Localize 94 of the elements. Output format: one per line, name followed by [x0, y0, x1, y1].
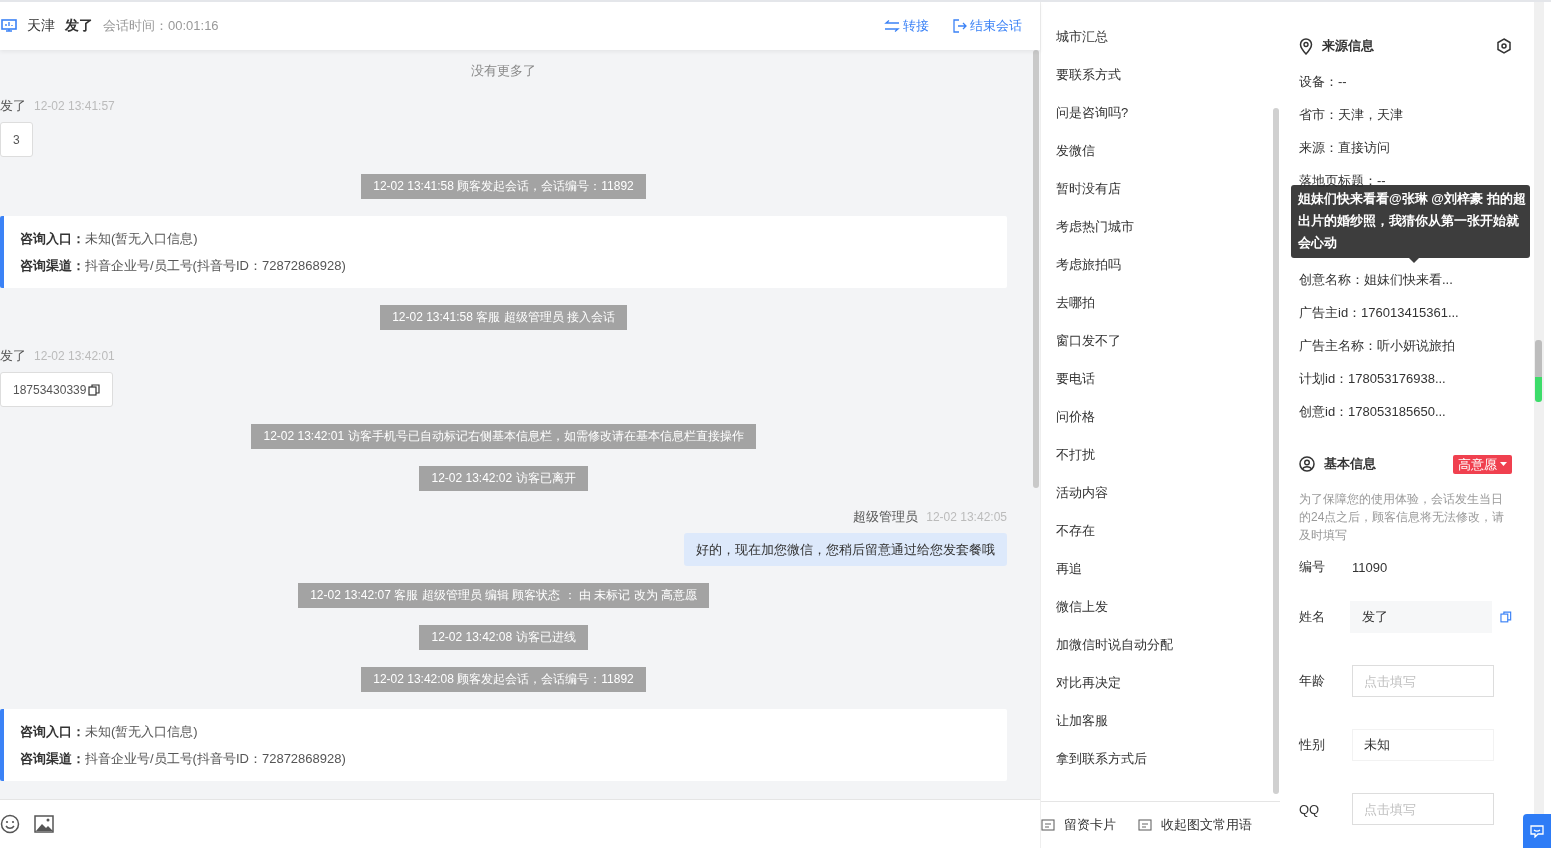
visitor-city: 天津	[27, 17, 55, 35]
message-bubble: 好的，现在加您微信，您稍后留意通过给您发套餐哦	[684, 533, 1007, 566]
chat-float-button[interactable]	[1523, 814, 1551, 848]
chat-icon	[1530, 824, 1544, 838]
system-message: 12-02 13:42:07 客服 超级管理员 编辑 顾客状态 ： 由 未标记 改为 高意愿	[298, 583, 709, 608]
quick-phrase[interactable]: 城市汇总	[1056, 18, 1272, 56]
system-message: 12-02 13:42:02 访客已离开	[419, 466, 588, 491]
field-value: 抖音企业号/员工号(抖音号ID：72872868928)	[85, 751, 346, 766]
field-label: 年龄	[1299, 672, 1326, 690]
image-icon[interactable]	[34, 815, 54, 833]
source-field: 落地页标题：--	[1299, 173, 1386, 188]
sender-name: 超级管理员	[853, 509, 919, 524]
field-label: 姓名	[1299, 608, 1326, 626]
emoji-icon[interactable]	[0, 814, 20, 834]
name-field[interactable]: 发了	[1350, 601, 1493, 633]
quick-phrase[interactable]: 拿到联系方式后	[1056, 740, 1272, 778]
message-time: 12-02 13:42:01	[34, 349, 115, 363]
quick-phrase[interactable]: 问是咨询吗?	[1056, 94, 1272, 132]
quick-phrase[interactable]: 对比再决定	[1056, 664, 1272, 702]
message-bubble: 3	[0, 122, 33, 157]
message-time: 12-02 13:42:05	[926, 510, 1007, 524]
field-value: 未知(暂无入口信息)	[85, 231, 198, 246]
system-message: 12-02 13:42:08 访客已进线	[419, 625, 588, 650]
quick-phrase[interactable]: 要电话	[1056, 360, 1272, 398]
scrollbar-thumb[interactable]	[1033, 50, 1039, 488]
field-label: 性别	[1299, 736, 1326, 754]
user-circle-icon	[1299, 456, 1315, 472]
quick-phrase[interactable]: 再追	[1056, 550, 1272, 588]
quick-phrase[interactable]: 要联系方式	[1056, 56, 1272, 94]
notice-text: 为了保障您的使用体验，会话发生当日的24点之后，顾客信息将无法修改，请及时填写	[1299, 491, 1506, 544]
message-time: 12-02 13:41:57	[34, 99, 115, 113]
session-duration: 会话时间：00:01:16	[103, 17, 219, 35]
source-field: 省市：天津，天津	[1299, 107, 1403, 122]
quick-phrase[interactable]: 不打扰	[1056, 436, 1272, 474]
quick-phrase[interactable]: 窗口发不了	[1056, 322, 1272, 360]
source-field: 设备：--	[1299, 74, 1347, 89]
field-label: 咨询入口：	[20, 724, 85, 739]
field-label: 咨询渠道：	[20, 751, 85, 766]
quick-phrase[interactable]: 活动内容	[1056, 474, 1272, 512]
swap-arrows-icon	[884, 20, 900, 32]
quick-phrase[interactable]: 不存在	[1056, 512, 1272, 550]
quick-phrase[interactable]: 微信上发	[1056, 588, 1272, 626]
quick-phrase[interactable]: 考虑热门城市	[1056, 208, 1272, 246]
field-value: 抖音企业号/员工号(抖音号ID：72872868928)	[85, 258, 346, 273]
source-field: 创意名称：姐妹们快来看...	[1299, 272, 1453, 287]
system-message: 12-02 13:42:08 顾客发起会话，会话编号：11892	[361, 667, 646, 692]
footer-link[interactable]: 留资卡片	[1041, 816, 1116, 834]
settings-icon[interactable]	[1496, 38, 1512, 54]
input-field[interactable]: 点击填写	[1352, 793, 1494, 825]
scrollbar-thumb[interactable]	[1273, 108, 1279, 794]
message-icon	[1041, 818, 1055, 832]
message-bubble: 18753430339	[0, 372, 114, 407]
source-field: 创意id：178053185650...	[1299, 404, 1446, 419]
quick-phrase[interactable]: 去哪拍	[1056, 284, 1272, 322]
quick-phrase[interactable]: 暂时没有店	[1056, 170, 1272, 208]
field-label: QQ	[1299, 801, 1321, 817]
field-label: 编号	[1299, 558, 1326, 576]
scrollbar-thumb[interactable]	[1535, 340, 1542, 402]
message-icon	[1138, 818, 1152, 832]
footer-link[interactable]: 收起图文常用语	[1138, 816, 1252, 834]
quick-phrase[interactable]: 让加客服	[1056, 702, 1272, 740]
location-pin-icon	[1299, 37, 1313, 55]
section-title: 来源信息	[1322, 37, 1374, 55]
no-more-notice: 没有更多了	[471, 63, 536, 78]
source-field: 广告主id：176013415361...	[1299, 305, 1459, 320]
tooltip-arrow	[1409, 258, 1419, 263]
select-field[interactable]: 未知	[1352, 729, 1494, 761]
section-title: 基本信息	[1324, 455, 1376, 473]
quick-phrase[interactable]: 加微信时说自动分配	[1056, 626, 1272, 664]
monitor-icon	[1, 19, 17, 33]
quick-phrase[interactable]: 发微信	[1056, 132, 1272, 170]
field-label: 咨询入口：	[20, 231, 85, 246]
copy-icon[interactable]	[88, 383, 101, 396]
system-message: 12-02 13:42:01 访客手机号已自动标记右侧基本信息栏，如需修改请在基本信息栏直接操作	[251, 424, 756, 449]
transfer-link[interactable]: 转接	[884, 17, 929, 35]
source-field: 来源：直接访问	[1299, 140, 1390, 155]
field-value: 11090	[1352, 559, 1388, 575]
quick-phrase[interactable]: 考虑旅拍吗	[1056, 246, 1272, 284]
system-message: 12-02 13:41:58 顾客发起会话，会话编号：11892	[361, 174, 646, 199]
source-field: 广告主名称：听小妍说旅拍	[1299, 338, 1455, 353]
sender-name: 发了	[0, 348, 26, 363]
caret-icon	[1500, 462, 1507, 466]
visitor-name: 发了	[65, 17, 93, 35]
source-field: 计划id：178053176938...	[1299, 371, 1446, 386]
input-field[interactable]: 点击填写	[1352, 665, 1494, 697]
status-dropdown[interactable]: 高意愿	[1453, 454, 1512, 474]
end-session-link[interactable]: 结束会话	[953, 17, 1022, 35]
field-label: 咨询渠道：	[20, 258, 85, 273]
copy-icon[interactable]	[1500, 611, 1512, 623]
system-message: 12-02 13:41:58 客服 超级管理员 接入会话	[380, 305, 627, 330]
field-value: 未知(暂无入口信息)	[85, 724, 198, 739]
quick-phrase[interactable]: 问价格	[1056, 398, 1272, 436]
sender-name: 发了	[0, 98, 26, 113]
exit-icon	[953, 19, 967, 33]
